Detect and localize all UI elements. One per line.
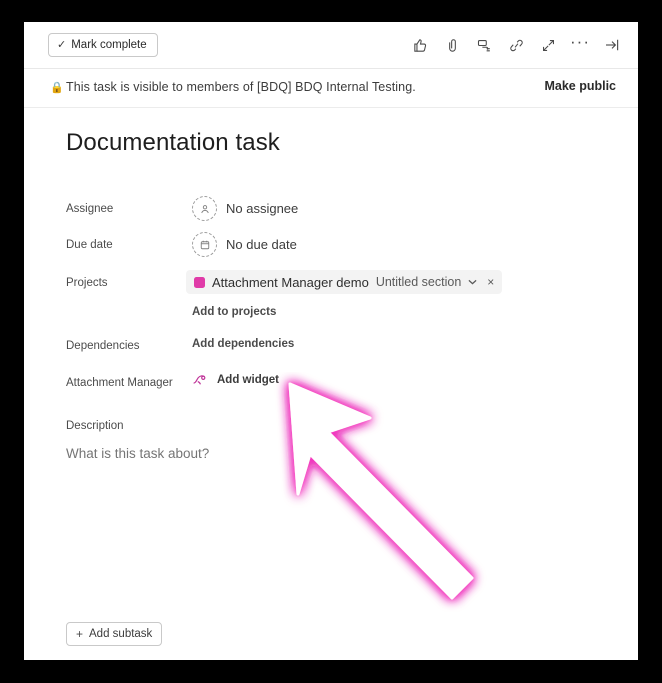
person-avatar-icon: [192, 196, 217, 221]
project-chip[interactable]: Attachment Manager demo Untitled section…: [186, 270, 503, 294]
task-toolbar: ✓ Mark complete ···: [24, 22, 638, 69]
more-options-dots: ···: [570, 31, 590, 51]
project-name: Attachment Manager demo: [212, 274, 369, 290]
widget-icon: [190, 371, 208, 389]
subtask-icon[interactable]: [470, 31, 498, 59]
toolbar-icon-group: ···: [406, 31, 626, 59]
check-icon: ✓: [57, 38, 67, 51]
task-detail-panel: ✓ Mark complete ··· 🔒 This task is visib…: [24, 22, 638, 660]
due-date-label: Due date: [66, 239, 113, 251]
link-icon[interactable]: [502, 31, 530, 59]
add-subtask-label: Add subtask: [89, 628, 153, 640]
privacy-text: This task is visible to members of [BDQ]…: [66, 80, 416, 94]
page-title[interactable]: Documentation task: [66, 129, 280, 157]
mark-complete-button[interactable]: ✓ Mark complete: [48, 33, 158, 57]
description-label: Description: [66, 420, 124, 432]
privacy-bar: 🔒 This task is visible to members of [BD…: [24, 69, 638, 108]
screenshot-frame: ✓ Mark complete ··· 🔒 This task is visib…: [0, 0, 662, 683]
close-pane-icon[interactable]: [598, 31, 626, 59]
add-dependencies-button[interactable]: Add dependencies: [192, 338, 294, 350]
due-date-value: No due date: [226, 237, 297, 252]
add-widget-label: Add widget: [217, 374, 279, 386]
projects-label: Projects: [66, 277, 108, 289]
add-widget-button[interactable]: Add widget: [190, 371, 279, 389]
attachment-manager-label: Attachment Manager: [66, 377, 173, 389]
project-section-name[interactable]: Untitled section: [376, 275, 461, 289]
project-color-swatch: [194, 276, 205, 288]
dependencies-label: Dependencies: [66, 340, 140, 352]
lock-icon: 🔒: [50, 82, 64, 94]
description-input[interactable]: What is this task about?: [66, 446, 209, 461]
assignee-value: No assignee: [226, 201, 299, 216]
paperclip-icon[interactable]: [438, 31, 466, 59]
due-date-field[interactable]: No due date: [192, 232, 297, 257]
chevron-down-icon[interactable]: [468, 277, 477, 287]
assignee-field[interactable]: No assignee: [192, 196, 298, 221]
remove-project-icon[interactable]: ×: [487, 275, 494, 289]
make-public-button[interactable]: Make public: [544, 79, 616, 93]
mark-complete-label: Mark complete: [71, 39, 147, 51]
plus-icon: +: [76, 627, 84, 641]
like-icon[interactable]: [406, 31, 434, 59]
fullscreen-icon[interactable]: [534, 31, 562, 59]
more-options-icon[interactable]: ···: [566, 31, 594, 59]
annotation-arrow: [288, 382, 474, 600]
add-subtask-button[interactable]: + Add subtask: [66, 622, 163, 646]
add-to-projects-button[interactable]: Add to projects: [192, 306, 276, 318]
calendar-icon: [192, 232, 217, 257]
assignee-label: Assignee: [66, 203, 114, 215]
